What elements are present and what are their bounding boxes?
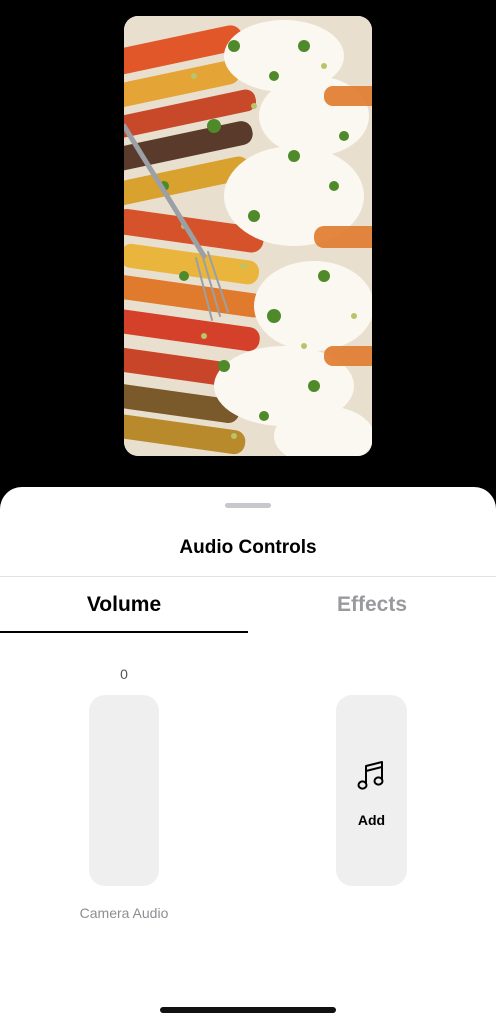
screen: Audio Controls Volume Effects 0 Camera A…: [0, 0, 496, 1024]
tab-selection-indicator: [0, 631, 248, 633]
add-music-button[interactable]: Add: [336, 695, 407, 886]
video-preview[interactable]: [124, 16, 372, 456]
tab-volume[interactable]: Volume: [0, 577, 248, 633]
volume-value: 0: [120, 666, 128, 682]
add-music-label: Add: [357, 812, 386, 828]
camera-audio-label: Camera Audio: [79, 905, 169, 921]
sheet-grabber[interactable]: [225, 503, 271, 508]
home-indicator[interactable]: [160, 1007, 336, 1013]
music-note-icon: [357, 761, 384, 790]
camera-audio-volume-slider[interactable]: [89, 695, 159, 886]
food-photo-icon: [124, 16, 372, 456]
audio-controls-sheet: Audio Controls Volume Effects 0 Camera A…: [0, 487, 496, 1024]
tab-effects[interactable]: Effects: [248, 577, 496, 633]
sheet-title: Audio Controls: [179, 537, 317, 558]
tab-bar: Volume Effects: [0, 577, 496, 633]
